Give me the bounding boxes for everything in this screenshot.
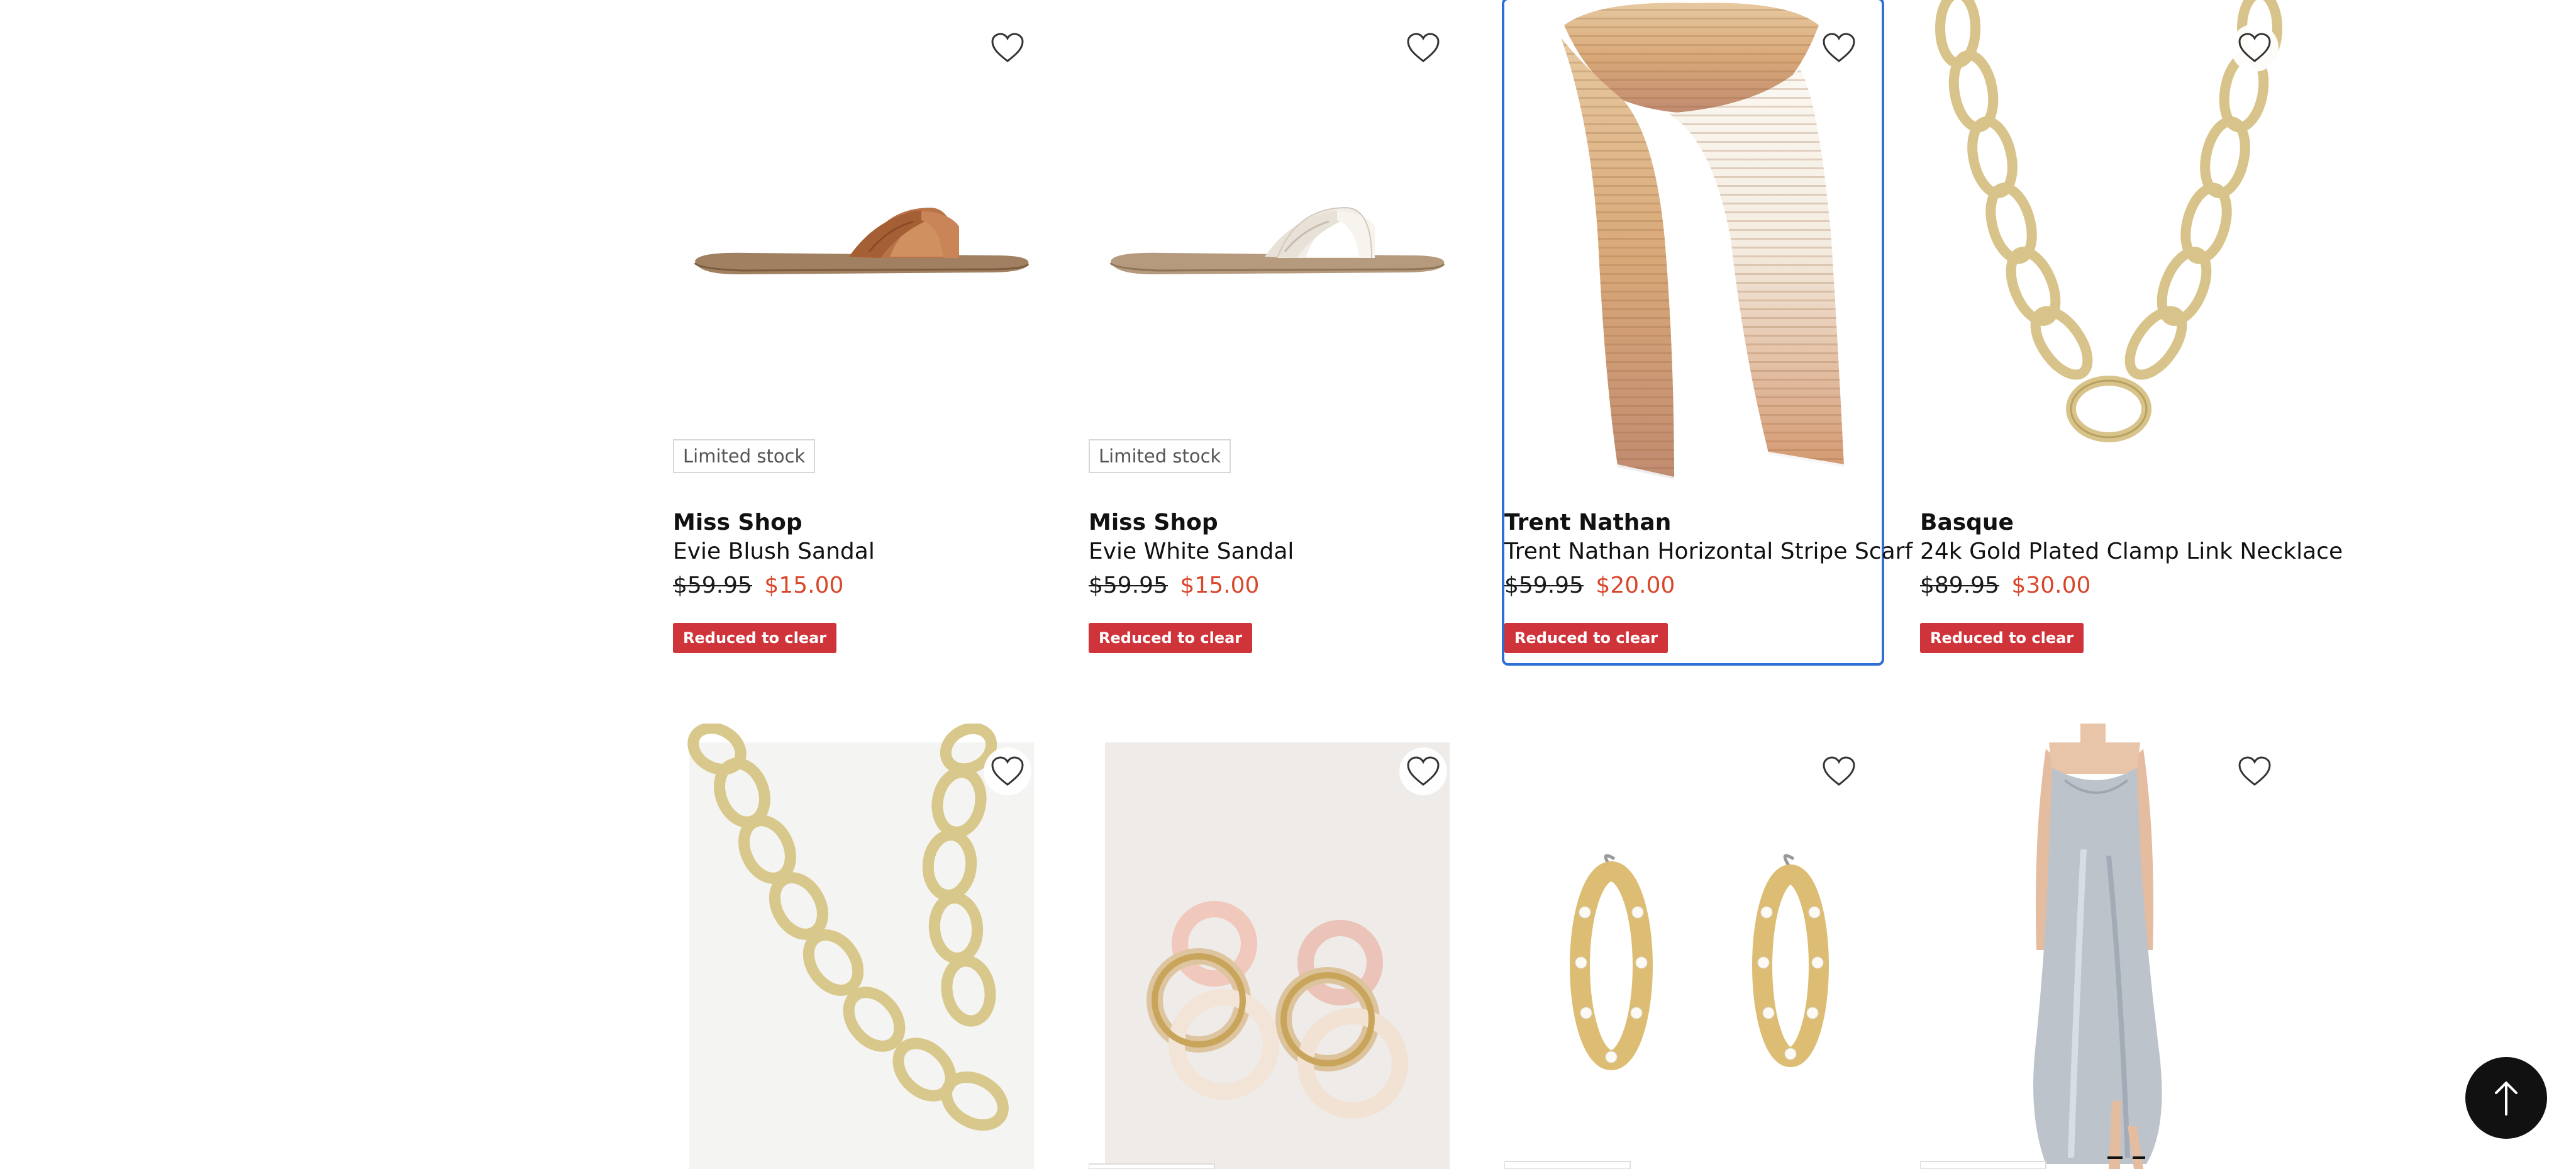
- product-card[interactable]: [673, 724, 1050, 1169]
- heart-outline-icon: [1407, 33, 1440, 62]
- product-card[interactable]: [1504, 724, 1882, 1169]
- sale-price: $15.00: [764, 573, 844, 598]
- heart-outline-icon: [991, 33, 1024, 62]
- product-price: $89.95 $30.00: [1920, 573, 2090, 598]
- product-brand[interactable]: Trent Nathan: [1504, 510, 1671, 535]
- stock-badge: Limited stock: [1089, 439, 1231, 473]
- product-card[interactable]: Limited stock Miss Shop Evie Blush Sanda…: [673, 0, 1050, 661]
- heart-outline-icon: [1823, 33, 1855, 62]
- product-grid-page: Limited stock Miss Shop Evie Blush Sanda…: [0, 0, 2576, 1169]
- promo-badge: Reduced to clear: [1504, 623, 1668, 653]
- product-card[interactable]: Limited stock Miss Shop Evie White Sanda…: [1089, 0, 1466, 661]
- product-image-gold-necklace[interactable]: [1920, 0, 2297, 491]
- product-card[interactable]: Trent Nathan Trent Nathan Horizontal Str…: [1502, 0, 1913, 666]
- sale-price: $30.00: [2011, 573, 2091, 598]
- promo-badge: Reduced to clear: [673, 623, 837, 653]
- product-name[interactable]: Evie Blush Sandal: [673, 539, 875, 564]
- was-price: $89.95: [1920, 573, 1999, 598]
- product-brand[interactable]: Miss Shop: [673, 510, 802, 535]
- product-card[interactable]: [1920, 724, 2297, 1169]
- wishlist-button[interactable]: [1815, 747, 1863, 795]
- product-card[interactable]: Basque 24k Gold Plated Clamp Link Neckla…: [1920, 0, 2343, 661]
- product-brand[interactable]: Miss Shop: [1089, 510, 1218, 535]
- heart-outline-icon: [1823, 756, 1855, 786]
- product-card[interactable]: [1089, 724, 1466, 1169]
- arrow-up-icon: [2495, 1082, 2518, 1116]
- wishlist-button[interactable]: [1399, 747, 1447, 795]
- was-price: $59.95: [673, 573, 752, 598]
- product-image-tan-sandal[interactable]: [673, 0, 1050, 491]
- back-to-top-button[interactable]: [2465, 1057, 2547, 1139]
- wishlist-button[interactable]: [2231, 24, 2279, 72]
- heart-outline-icon: [991, 756, 1024, 786]
- wishlist-button[interactable]: [1815, 24, 1863, 72]
- product-name[interactable]: Evie White Sandal: [1089, 539, 1294, 564]
- wishlist-button[interactable]: [1399, 24, 1447, 72]
- product-name[interactable]: Trent Nathan Horizontal Stripe Scarf: [1504, 539, 1913, 564]
- was-price: $59.95: [1504, 573, 1584, 598]
- was-price: $59.95: [1089, 573, 1168, 598]
- product-price: $59.95 $15.00: [1089, 573, 1259, 598]
- product-price: $59.95 $15.00: [673, 573, 843, 598]
- promo-badge: Reduced to clear: [1920, 623, 2084, 653]
- heart-outline-icon: [1407, 756, 1440, 786]
- wishlist-button[interactable]: [984, 24, 1031, 72]
- heart-outline-icon: [2238, 33, 2271, 62]
- heart-outline-icon: [2238, 756, 2271, 786]
- product-name[interactable]: 24k Gold Plated Clamp Link Necklace: [1920, 539, 2343, 564]
- wishlist-button[interactable]: [2231, 747, 2279, 795]
- sale-price: $20.00: [1596, 573, 1675, 598]
- sale-price: $15.00: [1180, 573, 1260, 598]
- product-price: $59.95 $20.00: [1504, 573, 1675, 598]
- stock-badge: Limited stock: [673, 439, 816, 473]
- product-brand[interactable]: Basque: [1920, 510, 2014, 535]
- promo-badge: Reduced to clear: [1089, 623, 1253, 653]
- wishlist-button[interactable]: [984, 747, 1031, 795]
- product-image-stripe-scarf[interactable]: [1504, 0, 1882, 491]
- product-image-white-sandal[interactable]: [1089, 0, 1466, 491]
